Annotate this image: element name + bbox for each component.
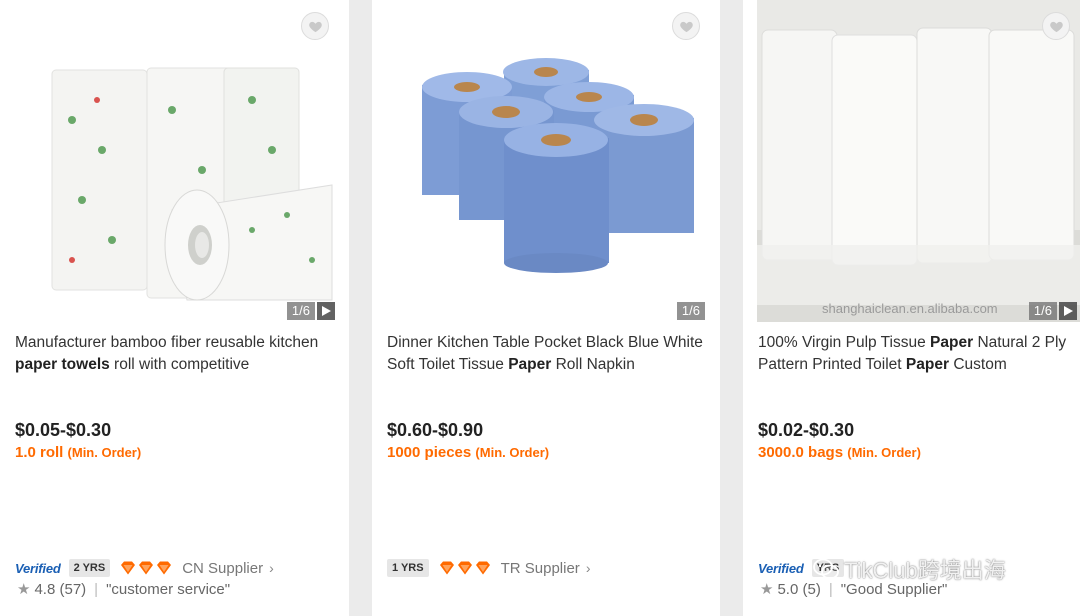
- rating-value: 4.8: [34, 580, 56, 598]
- product-photo: [12, 0, 337, 322]
- review-tag: "Good Supplier": [840, 580, 948, 598]
- supplier-level: [120, 561, 172, 575]
- divider: |: [828, 580, 833, 598]
- years-badge: YRS: [811, 559, 845, 577]
- moq-value: 3000.0 bags: [758, 444, 844, 461]
- min-order: 3000.0 bags (Min. Order): [758, 444, 921, 461]
- moq-label: (Min. Order): [475, 445, 550, 460]
- chevron-right-icon[interactable]: ›: [269, 560, 274, 576]
- play-icon[interactable]: [1059, 302, 1077, 320]
- product-card[interactable]: shanghaiclean.en.alibaba.com 1/6 100% Vi…: [743, 0, 1080, 616]
- verified-badge: Verified: [758, 560, 804, 576]
- title-text: Manufacturer bamboo fiber reusable kitch…: [15, 334, 319, 351]
- diamond-icon: [457, 561, 472, 575]
- supplier-label[interactable]: Supplier: [525, 560, 580, 577]
- image-counter-text: 1/6: [286, 302, 315, 320]
- supplier-country: CN: [182, 559, 204, 577]
- min-order: 1000 pieces (Min. Order): [387, 444, 549, 461]
- favorite-button[interactable]: [301, 12, 329, 40]
- image-counter-text: 1/6: [676, 302, 705, 320]
- title-text: Roll Napkin: [551, 356, 635, 373]
- play-icon[interactable]: [317, 302, 335, 320]
- diamond-icon: [139, 561, 154, 575]
- image-counter-text: 1/6: [1028, 302, 1057, 320]
- title-keyword: Paper: [508, 356, 552, 373]
- moq-label: (Min. Order): [847, 445, 921, 460]
- image-counter[interactable]: 1/6: [1028, 302, 1077, 320]
- diamond-icon: [439, 561, 454, 575]
- rating-info: ★ 4.8 (57) | "customer service": [17, 579, 230, 599]
- supplier-label[interactable]: Supplier: [208, 560, 263, 577]
- title-text: 100% Virgin Pulp Tissue: [758, 334, 931, 351]
- product-card[interactable]: 1/6 Manufacturer bamboo fiber reusable k…: [0, 0, 349, 616]
- supplier-info[interactable]: Verified 2 YRS CN Supplier ›: [15, 557, 274, 579]
- verified-badge: Verified: [15, 560, 61, 576]
- heart-icon: [308, 21, 322, 32]
- title-keyword: Paper: [930, 334, 974, 351]
- years-badge: 1 YRS: [387, 559, 429, 577]
- product-price: $0.05-$0.30: [15, 420, 112, 440]
- supplier-info[interactable]: Verified YRS: [758, 557, 854, 579]
- title-keyword: Paper: [905, 356, 950, 373]
- product-image-blue-rolls[interactable]: [384, 0, 708, 322]
- divider: |: [94, 580, 99, 598]
- star-icon: ★: [760, 581, 774, 598]
- product-card[interactable]: 1/6 Dinner Kitchen Table Pocket Black Bl…: [372, 0, 720, 616]
- rating-value: 5.0: [777, 580, 799, 598]
- product-image-kitchen-towels[interactable]: [12, 0, 337, 322]
- title-text: roll with competitive: [109, 356, 250, 373]
- product-title[interactable]: Dinner Kitchen Table Pocket Black Blue W…: [387, 332, 710, 376]
- years-badge: 2 YRS: [68, 559, 111, 577]
- product-title[interactable]: 100% Virgin Pulp Tissue Paper Natural 2 …: [758, 332, 1070, 376]
- rating-info: ★ 5.0 (5) | "Good Supplier": [760, 579, 947, 599]
- favorite-button[interactable]: [672, 12, 700, 40]
- product-photo: shanghaiclean.en.alibaba.com: [757, 0, 1080, 322]
- review-count: (57): [59, 580, 87, 598]
- title-keyword: paper towels: [15, 356, 110, 373]
- supplier-info[interactable]: 1 YRS TR Supplier ›: [387, 557, 590, 579]
- moq-value: 1.0 roll: [15, 444, 64, 461]
- product-photo: [384, 0, 708, 322]
- heart-icon: [1049, 21, 1063, 32]
- supplier-level: [439, 561, 491, 575]
- image-watermark: shanghaiclean.en.alibaba.com: [822, 301, 998, 316]
- moq-label: (Min. Order): [67, 445, 142, 460]
- review-count: (5): [802, 580, 821, 598]
- heart-icon: [679, 21, 693, 32]
- min-order: 1.0 roll (Min. Order): [15, 444, 141, 461]
- star-icon: ★: [17, 581, 31, 598]
- diamond-icon: [475, 561, 490, 575]
- product-price: $0.02-$0.30: [758, 420, 855, 440]
- review-tag: "customer service": [106, 580, 231, 598]
- supplier-country: TR: [500, 559, 521, 577]
- product-image-tissue-packs[interactable]: shanghaiclean.en.alibaba.com: [757, 0, 1080, 322]
- product-title[interactable]: Manufacturer bamboo fiber reusable kitch…: [15, 332, 339, 376]
- diamond-icon: [157, 561, 172, 575]
- diamond-icon: [121, 561, 136, 575]
- image-counter[interactable]: 1/6: [676, 302, 705, 320]
- image-counter[interactable]: 1/6: [286, 302, 335, 320]
- favorite-button[interactable]: [1042, 12, 1070, 40]
- title-text: Custom: [949, 356, 1007, 373]
- product-price: $0.60-$0.90: [387, 420, 484, 440]
- moq-value: 1000 pieces: [387, 444, 472, 461]
- chevron-right-icon[interactable]: ›: [586, 560, 591, 576]
